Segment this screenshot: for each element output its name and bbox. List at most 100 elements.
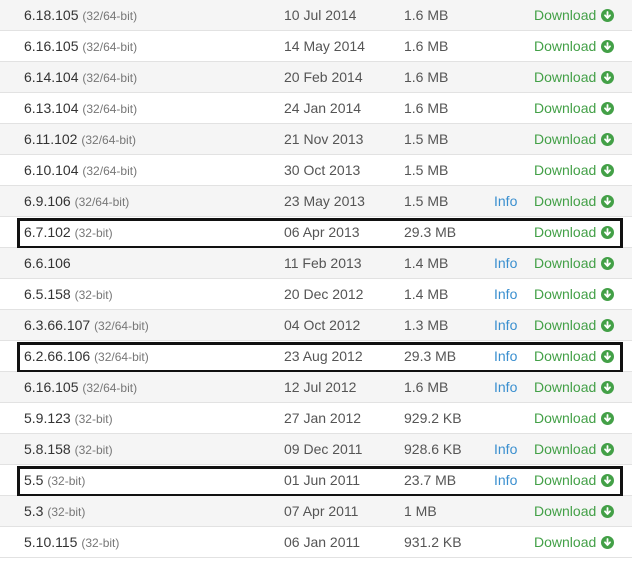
version-cell: 5.10.115 (32-bit) (24, 527, 119, 558)
release-date: 11 Feb 2013 (284, 255, 362, 271)
version-cell: 6.10.104 (32/64-bit) (24, 155, 137, 186)
version-cell: 6.6.106 (24, 248, 71, 278)
version-cell: 6.18.105 (32/64-bit) (24, 0, 137, 31)
version-number: 6.6.106 (24, 255, 71, 271)
file-size: 1.6 MB (404, 100, 449, 116)
download-arrow-icon (601, 318, 615, 332)
version-number: 6.9.106 (24, 193, 71, 209)
download-arrow-icon (601, 194, 615, 208)
download-link[interactable]: Download (534, 155, 615, 185)
download-arrow-icon (601, 70, 615, 84)
download-arrow-icon (601, 225, 615, 239)
download-arrow-icon (601, 39, 615, 53)
download-label: Download (534, 100, 597, 116)
download-link[interactable]: Download (534, 341, 615, 371)
file-size: 1 MB (404, 503, 437, 519)
info-link[interactable]: Info (494, 279, 517, 309)
table-row: 5.3 (32-bit) 07 Apr 2011 1 MB Download (0, 496, 632, 527)
download-arrow-icon (601, 442, 615, 456)
file-size: 931.2 KB (404, 534, 462, 550)
table-row: 6.18.105 (32/64-bit) 10 Jul 2014 1.6 MB Dow… (0, 0, 632, 31)
info-link[interactable]: Info (494, 465, 517, 495)
architecture-label: (32/64-bit) (82, 102, 138, 116)
version-number: 5.8.158 (24, 441, 71, 457)
version-cell: 6.7.102 (32-bit) (24, 217, 113, 248)
download-label: Download (534, 69, 597, 85)
file-size: 1.4 MB (404, 286, 449, 302)
download-arrow-icon (601, 287, 615, 301)
download-label: Download (534, 162, 597, 178)
version-number: 6.14.104 (24, 69, 79, 85)
download-link[interactable]: Download (534, 465, 615, 495)
file-size: 1.6 MB (404, 69, 449, 85)
download-link[interactable]: Download (534, 527, 615, 557)
download-label: Download (534, 379, 597, 395)
download-label: Download (534, 472, 597, 488)
architecture-label: (32-bit) (47, 505, 86, 519)
download-link[interactable]: Download (534, 62, 615, 92)
architecture-label: (32/64-bit) (82, 9, 138, 23)
download-link[interactable]: Download (534, 31, 615, 61)
release-date: 21 Nov 2013 (284, 131, 364, 147)
table-row: 5.10.115 (32-bit) 06 Jan 2011 931.2 KB Down… (0, 527, 632, 558)
table-row: 6.3.66.107 (32/64-bit) 04 Oct 2012 1.3 MB I… (0, 310, 632, 341)
download-arrow-icon (601, 535, 615, 549)
table-row: 6.7.102 (32-bit) 06 Apr 2013 29.3 MB Downlo… (0, 217, 632, 248)
download-arrow-icon (601, 163, 615, 177)
download-link[interactable]: Download (534, 434, 615, 464)
release-date: 14 May 2014 (284, 38, 365, 54)
download-link[interactable]: Download (534, 279, 615, 309)
download-link[interactable]: Download (534, 310, 615, 340)
info-link[interactable]: Info (494, 372, 517, 402)
download-label: Download (534, 317, 597, 333)
download-link[interactable]: Download (534, 124, 615, 154)
version-cell: 6.16.105 (32/64-bit) (24, 372, 137, 403)
table-row: 6.16.105 (32/64-bit) 12 Jul 2012 1.6 MB Inf… (0, 372, 632, 403)
info-link[interactable]: Info (494, 186, 517, 216)
download-arrow-icon (601, 411, 615, 425)
download-link[interactable]: Download (534, 496, 615, 526)
download-arrow-icon (601, 380, 615, 394)
table-row: 6.13.104 (32/64-bit) 24 Jan 2014 1.6 MB Dow… (0, 93, 632, 124)
version-number: 6.13.104 (24, 100, 79, 116)
download-link[interactable]: Download (534, 186, 615, 216)
file-size: 1.5 MB (404, 162, 449, 178)
download-label: Download (534, 503, 597, 519)
download-arrow-icon (601, 132, 615, 146)
info-link[interactable]: Info (494, 341, 517, 371)
architecture-label: (32/64-bit) (82, 381, 138, 395)
file-size: 1.6 MB (404, 38, 449, 54)
download-label: Download (534, 193, 597, 209)
release-date: 23 Aug 2012 (284, 348, 363, 364)
table-row: 5.9.123 (32-bit) 27 Jan 2012 929.2 KB Downl… (0, 403, 632, 434)
architecture-label: (32/64-bit) (82, 164, 138, 178)
file-size: 1.3 MB (404, 317, 449, 333)
info-link[interactable]: Info (494, 310, 517, 340)
version-history-table: 6.18.105 (32/64-bit) 10 Jul 2014 1.6 MB Dow… (0, 0, 632, 558)
download-link[interactable]: Download (534, 93, 615, 123)
version-number: 6.7.102 (24, 224, 71, 240)
version-number: 5.9.123 (24, 410, 71, 426)
info-link[interactable]: Info (494, 248, 517, 278)
version-number: 6.16.105 (24, 38, 79, 54)
release-date: 12 Jul 2012 (284, 379, 357, 395)
download-link[interactable]: Download (534, 372, 615, 402)
download-arrow-icon (601, 8, 615, 22)
version-number: 6.2.66.106 (24, 348, 91, 364)
download-link[interactable]: Download (534, 0, 615, 30)
version-number: 5.10.115 (24, 534, 78, 550)
download-link[interactable]: Download (534, 217, 615, 247)
version-cell: 5.5 (32-bit) (24, 465, 85, 496)
architecture-label: (32-bit) (47, 474, 86, 488)
info-link[interactable]: Info (494, 434, 517, 464)
download-label: Download (534, 224, 597, 240)
architecture-label: (32-bit) (74, 443, 113, 457)
download-label: Download (534, 255, 597, 271)
release-date: 09 Dec 2011 (284, 441, 363, 457)
version-cell: 5.8.158 (32-bit) (24, 434, 113, 465)
release-date: 10 Jul 2014 (284, 7, 357, 23)
download-link[interactable]: Download (534, 403, 615, 433)
architecture-label: (32/64-bit) (94, 350, 149, 364)
table-row: 6.14.104 (32/64-bit) 20 Feb 2014 1.6 MB Dow… (0, 62, 632, 93)
download-link[interactable]: Download (534, 248, 615, 278)
